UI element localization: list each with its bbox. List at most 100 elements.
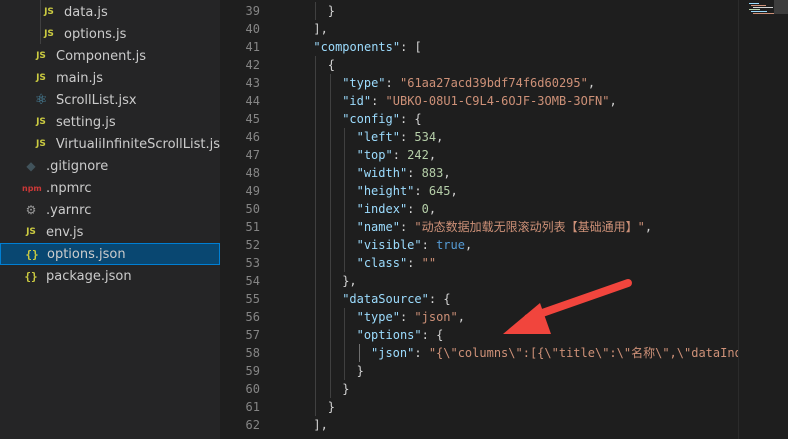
file-tree-item[interactable]: {} package.json [0, 265, 220, 287]
code-token: "visible" [356, 238, 422, 252]
code-line: 53 "class": "" [220, 254, 738, 272]
code-line: 43 "type": "61aa27acd39bdf74f6d60295", [220, 74, 738, 92]
code-token: "动态数据加载无限滚动列表【基础通用】" [414, 220, 645, 234]
line-number: 56 [245, 310, 260, 324]
code-token: "class" [356, 256, 408, 270]
code-line: 59} [220, 362, 738, 380]
line-number: 52 [245, 238, 260, 252]
code-text: "width": 883, [357, 164, 451, 182]
file-tree-item[interactable]: ⚛ ScrollList.jsx [0, 89, 220, 111]
code-token: : [407, 256, 422, 270]
line-number: 61 [245, 400, 260, 414]
code-text: "top": 242, [357, 146, 437, 164]
code-text: ], [313, 416, 327, 434]
code-line: 46 "left": 534, [220, 128, 738, 146]
code-token: "UBKO-08U1-C9L4-6OJF-3OMB-3OFN" [385, 94, 610, 108]
code-line: 47 "top": 242, [220, 146, 738, 164]
line-number: 51 [245, 220, 260, 234]
code-token: "width" [356, 166, 408, 180]
code-text: "options": { [357, 326, 444, 344]
file-name: setting.js [56, 114, 116, 130]
code-token: , [457, 310, 465, 324]
js-icon: JS [44, 29, 54, 39]
file-tree-item[interactable]: JS main.js [0, 67, 220, 89]
js-icon: JS [36, 117, 46, 127]
file-tree-item[interactable]: npm .npmrc [0, 177, 220, 199]
code-text: } [328, 2, 335, 20]
js-icon: JS [35, 139, 46, 149]
code-token: : [414, 184, 429, 198]
yarn-icon: ⚙ [25, 203, 37, 217]
file-tree-item[interactable]: ◆ .gitignore [0, 155, 220, 177]
file-tree-item[interactable]: JS Component.js [0, 45, 220, 67]
code-line: 39} [220, 2, 738, 20]
code-token: "type" [342, 76, 386, 90]
code-editor[interactable]: 39} 40], 41 "components": [42{43 "type": "61… [220, 0, 738, 439]
file-name: package.json [46, 268, 132, 284]
code-token: 534 [414, 130, 437, 144]
react-icon: ⚛ [34, 92, 48, 108]
file-tree-item[interactable]: JS setting.js [0, 111, 220, 133]
code-token: "61aa27acd39bdf74f6d60295" [400, 76, 588, 90]
code-line: 45 "config": { [220, 110, 738, 128]
file-tree-item[interactable]: ⚙ .yarnrc [0, 199, 220, 221]
code-text: "height": 645, [357, 182, 458, 200]
code-token: { [327, 58, 336, 72]
code-token: 242 [407, 148, 429, 162]
minimap-line [749, 9, 760, 10]
code-line: 51 "name": "动态数据加载无限滚动列表【基础通用】", [220, 218, 738, 236]
code-token: "type" [356, 310, 400, 324]
code-text: { [328, 56, 335, 74]
explorer-sidebar: JS data.js JS options.js JS Component.js JS mai… [0, 0, 220, 439]
code-text: "type": "json", [357, 308, 465, 326]
code-line: 62], [220, 416, 738, 434]
line-number: 49 [245, 184, 260, 198]
code-token: "json" [414, 310, 458, 324]
file-tree-item[interactable]: JS VirtualiInfiniteScrollList.js [0, 133, 220, 155]
file-name: Component.js [56, 48, 146, 64]
code-token: 0 [421, 202, 429, 216]
minimap-line [753, 13, 774, 14]
minimap-line [749, 3, 759, 4]
file-tree-item[interactable]: JS data.js [0, 1, 220, 23]
file-name: .gitignore [46, 158, 109, 174]
file-tree-item[interactable]: JS env.js [0, 221, 220, 243]
code-token: : [385, 76, 400, 90]
code-text: "index": 0, [357, 200, 437, 218]
code-token: , [464, 238, 473, 252]
code-text: } [342, 380, 349, 398]
code-token: , [587, 76, 596, 90]
code-token: "config" [342, 112, 400, 126]
code-text: "id": "UBKO-08U1-C9L4-6OJF-3OMB-3OFN", [342, 92, 617, 110]
code-text: ], [313, 20, 327, 38]
line-number: 57 [245, 328, 260, 342]
file-name: options.json [47, 246, 126, 262]
json-icon: {} [24, 269, 38, 283]
code-token: }, [342, 274, 357, 288]
line-number: 50 [245, 202, 260, 216]
line-number: 46 [245, 130, 260, 144]
js-icon: JS [36, 73, 46, 83]
code-text: } [357, 362, 364, 380]
code-text: "config": { [342, 110, 421, 128]
line-number: 59 [245, 364, 260, 378]
code-token: : [371, 94, 386, 108]
vertical-scrollbar-thumb[interactable] [774, 0, 788, 14]
code-line: 55 "dataSource": { [220, 290, 738, 308]
code-token: : [407, 166, 422, 180]
git-icon: ◆ [26, 159, 36, 173]
code-line: 44 "id": "UBKO-08U1-C9L4-6OJF-3OMB-3OFN", [220, 92, 738, 110]
line-number: 58 [245, 346, 260, 360]
file-tree-item[interactable]: JS options.js [0, 23, 220, 45]
code-token: "height" [356, 184, 415, 198]
code-text: }, [342, 272, 356, 290]
code-line: 49 "height": 645, [220, 182, 738, 200]
code-token: "json" [371, 346, 415, 360]
js-icon: JS [44, 7, 54, 17]
line-number: 48 [245, 166, 260, 180]
code-token: : [399, 310, 415, 324]
line-number: 42 [245, 58, 260, 72]
minimap[interactable] [738, 0, 788, 439]
file-tree-item[interactable]: {} options.json [0, 243, 220, 265]
code-text: "components": [ [313, 38, 421, 56]
